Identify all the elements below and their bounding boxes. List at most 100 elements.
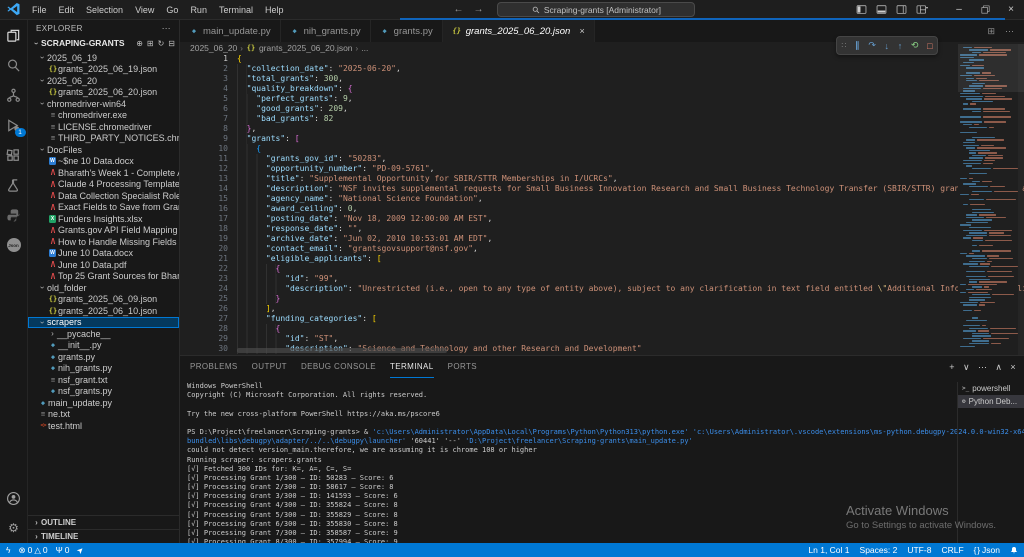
workspace-section[interactable]: › SCRAPING-GRANTS ⊕ ⊞ ↻ ⊟ <box>28 36 179 50</box>
tree-item[interactable]: ◆grants.py <box>28 351 179 363</box>
toggle-sidebar-icon[interactable] <box>856 4 867 15</box>
encoding[interactable]: UTF-8 <box>907 545 931 555</box>
activity-source-control[interactable] <box>0 80 28 110</box>
terminal-profile-dropdown-icon[interactable]: ∨ <box>963 362 970 373</box>
tree-item[interactable]: ≡ne.txt <box>28 409 179 421</box>
step-into-icon[interactable]: ↓ <box>885 41 890 51</box>
minimize-button[interactable]: – <box>946 0 972 19</box>
tree-item[interactable]: ΛHow to Handle Missing Fields in API Dat… <box>28 236 179 248</box>
tab-grants.py[interactable]: ◆grants.py <box>371 20 443 42</box>
activity-extensions[interactable] <box>0 140 28 170</box>
cursor-position[interactable]: Ln 1, Col 1 <box>808 545 849 555</box>
problems-status[interactable]: ⊗0 △0 <box>19 545 48 556</box>
refresh-icon[interactable]: ↻ <box>158 39 165 48</box>
panel-tab-ports[interactable]: PORTS <box>448 356 477 378</box>
split-editor-icon[interactable]: ⊞ <box>987 26 995 37</box>
menu-item-help[interactable]: Help <box>260 3 289 17</box>
panel-more-icon[interactable]: ⋯ <box>978 362 987 373</box>
vertical-scrollbar[interactable] <box>1018 44 1024 355</box>
menu-item-run[interactable]: Run <box>185 3 212 17</box>
tab-main_update.py[interactable]: ◆main_update.py <box>180 20 281 42</box>
new-file-icon[interactable]: ⊕ <box>136 39 143 48</box>
menu-item-view[interactable]: View <box>130 3 159 17</box>
remote-indicator[interactable]: ϟ <box>6 545 11 555</box>
settings-gear-icon[interactable]: ⚙ <box>0 513 28 543</box>
maximize-panel-icon[interactable]: ∧ <box>995 362 1002 373</box>
tree-item[interactable]: <>test.html <box>28 420 179 432</box>
tree-item[interactable]: ≡nsf_grant.txt <box>28 374 179 386</box>
menu-item-selection[interactable]: Selection <box>81 3 128 17</box>
language-mode[interactable]: { } Json <box>974 545 1000 555</box>
forward-arrow-icon[interactable]: → <box>473 4 483 15</box>
activity-testing[interactable] <box>0 170 28 200</box>
tab-grants_2025_06_20.json[interactable]: {}grants_2025_06_20.json× <box>443 20 595 42</box>
panel-tab-output[interactable]: OUTPUT <box>252 356 287 378</box>
close-button[interactable]: × <box>998 0 1024 19</box>
pause-icon[interactable]: ∥ <box>855 40 860 51</box>
activity-python[interactable] <box>0 200 28 230</box>
terminal-instance-Python-Deb-[interactable]: ⚙Python Deb... <box>958 395 1024 408</box>
menu-item-edit[interactable]: Edit <box>54 3 80 17</box>
minimap-slider[interactable] <box>958 44 1024 92</box>
breadcrumb-segment[interactable]: ... <box>361 43 368 53</box>
tree-item[interactable]: ›DocFiles <box>28 144 179 156</box>
terminal-instance-powershell[interactable]: >_powershell <box>958 382 1024 395</box>
more-actions-icon[interactable]: ⋯ <box>1005 26 1014 37</box>
customize-layout-icon[interactable]: ▾ <box>916 4 928 15</box>
tree-item[interactable]: XFunders Insights.xlsx <box>28 213 179 225</box>
tree-item[interactable]: ΛClaude 4 Processing Template for Bharat… <box>28 179 179 191</box>
breadcrumb-segment[interactable]: grants_2025_06_20.json <box>259 43 353 53</box>
tree-item[interactable]: {}grants_2025_06_09.json <box>28 294 179 306</box>
tree-item[interactable]: {}grants_2025_06_10.json <box>28 305 179 317</box>
back-arrow-icon[interactable]: ← <box>453 4 463 15</box>
menu-item-file[interactable]: File <box>27 3 52 17</box>
collapse-folders-icon[interactable]: ⊟ <box>168 39 175 48</box>
restart-icon[interactable]: ⟲ <box>911 40 919 51</box>
tree-item[interactable]: ◆__init__.py <box>28 340 179 352</box>
tab-nih_grants.py[interactable]: ◆nih_grants.py <box>281 20 371 42</box>
code-area[interactable]: 1{2"collection_date": "2025-06-20",3"tot… <box>180 54 956 355</box>
tree-item[interactable]: ›__pycache__ <box>28 328 179 340</box>
restore-button[interactable] <box>972 0 998 19</box>
tab-close-icon[interactable]: × <box>579 26 584 36</box>
explorer-more-icon[interactable]: ⋯ <box>162 23 171 34</box>
tree-item[interactable]: WJune 10 Data.docx <box>28 248 179 260</box>
activity-explorer-active[interactable] <box>0 20 28 50</box>
horizontal-scrollbar[interactable] <box>237 348 447 353</box>
panel-tab-debug-console[interactable]: DEBUG CONSOLE <box>301 356 376 378</box>
tree-item[interactable]: ΛExact Fields to Save from Grants.gov AP… <box>28 202 179 214</box>
eol-sequence[interactable]: CRLF <box>941 545 963 555</box>
tree-item[interactable]: ≡THIRD_PARTY_NOTICES.chromedriver <box>28 133 179 145</box>
tree-item[interactable]: W~$ne 10 Data.docx <box>28 156 179 168</box>
launch-indicator[interactable]: ➤ <box>77 546 84 555</box>
step-over-icon[interactable]: ↷ <box>868 40 876 51</box>
activity-run-and-debug[interactable]: 1 <box>0 110 28 140</box>
close-panel-icon[interactable]: × <box>1010 362 1016 373</box>
tree-item[interactable]: {}grants_2025_06_19.json <box>28 64 179 76</box>
toggle-panel-icon[interactable] <box>876 4 887 15</box>
tree-item[interactable]: ≡chromedriver.exe <box>28 110 179 122</box>
breadcrumb-segment[interactable]: 2025_06_20 <box>190 43 237 53</box>
panel-tab-problems[interactable]: PROBLEMS <box>190 356 238 378</box>
tree-item[interactable]: ›2025_06_19 <box>28 52 179 64</box>
tree-item[interactable]: ›2025_06_20 <box>28 75 179 87</box>
tree-item[interactable]: ΛBharath's Week 1 - Complete Action Item… <box>28 167 179 179</box>
new-terminal-icon[interactable]: + <box>949 362 955 373</box>
section-outline[interactable]: ›OUTLINE <box>28 515 179 529</box>
command-center-search[interactable]: Scraping-grants [Administrator] <box>497 2 695 17</box>
new-folder-icon[interactable]: ⊞ <box>147 39 154 48</box>
step-out-icon[interactable]: ↑ <box>898 41 903 51</box>
tree-item[interactable]: ›old_folder <box>28 282 179 294</box>
tree-item[interactable]: ΛJune 10 Data.pdf <box>28 259 179 271</box>
notifications-bell[interactable] <box>1010 546 1018 555</box>
tree-item[interactable]: ›scrapers <box>28 317 179 329</box>
tree-item[interactable]: ≡LICENSE.chromedriver <box>28 121 179 133</box>
tree-item[interactable]: ΛData Collection Specialist Role (Bharat… <box>28 190 179 202</box>
tree-item[interactable]: ›chromedriver-win64 <box>28 98 179 110</box>
panel-tab-terminal[interactable]: TERMINAL <box>390 356 434 378</box>
tree-item[interactable]: ◆nsf_grants.py <box>28 386 179 398</box>
activity-search[interactable] <box>0 50 28 80</box>
menu-item-terminal[interactable]: Terminal <box>214 3 258 17</box>
tree-item[interactable]: ΛTop 25 Grant Sources for Bharath - NC_T… <box>28 271 179 283</box>
menu-item-go[interactable]: Go <box>161 3 183 17</box>
